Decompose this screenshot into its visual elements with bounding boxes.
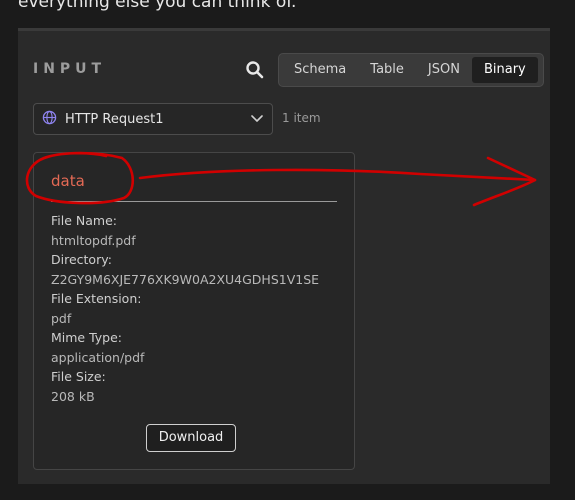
field-label: File Name: — [51, 213, 117, 228]
field-label: Mime Type: — [51, 330, 123, 345]
divider — [51, 201, 337, 202]
field-value: application/pdf — [51, 349, 145, 365]
field-value: 208 kB — [51, 388, 95, 404]
display-mode-tabs: Schema Table JSON Binary — [278, 53, 544, 87]
selected-node-label: HTTP Request1 — [65, 111, 164, 127]
chevron-down-icon — [250, 110, 264, 129]
tab-json[interactable]: JSON — [416, 57, 472, 83]
field-label: File Size: — [51, 369, 106, 384]
item-count: 1 item — [282, 111, 321, 125]
panel-title: INPUT — [33, 61, 107, 77]
partial-heading-text: everything else you can think of. — [18, 0, 297, 12]
field-label: Directory: — [51, 252, 112, 267]
input-panel: INPUT Schema Table JSON Binary HTTP Requ… — [18, 28, 550, 484]
tab-schema[interactable]: Schema — [282, 57, 358, 83]
tab-binary[interactable]: Binary — [471, 57, 538, 83]
binary-property-title: data — [51, 172, 85, 190]
download-button[interactable]: Download — [146, 424, 236, 452]
field-value: Z2GY9M6XJE776XK9W0A2XU4GDHS1V1SE — [51, 271, 320, 287]
tab-table[interactable]: Table — [358, 57, 416, 83]
field-value: htmltopdf.pdf — [51, 232, 136, 248]
search-icon[interactable] — [244, 59, 266, 81]
file-metadata-list: File Name: htmltopdf.pdf Directory: Z2GY… — [51, 211, 319, 406]
globe-icon — [42, 110, 57, 129]
node-select-dropdown[interactable]: HTTP Request1 — [33, 103, 273, 135]
field-value: pdf — [51, 310, 72, 326]
binary-data-card: data File Name: htmltopdf.pdf Directory:… — [33, 152, 355, 470]
field-label: File Extension: — [51, 291, 142, 306]
